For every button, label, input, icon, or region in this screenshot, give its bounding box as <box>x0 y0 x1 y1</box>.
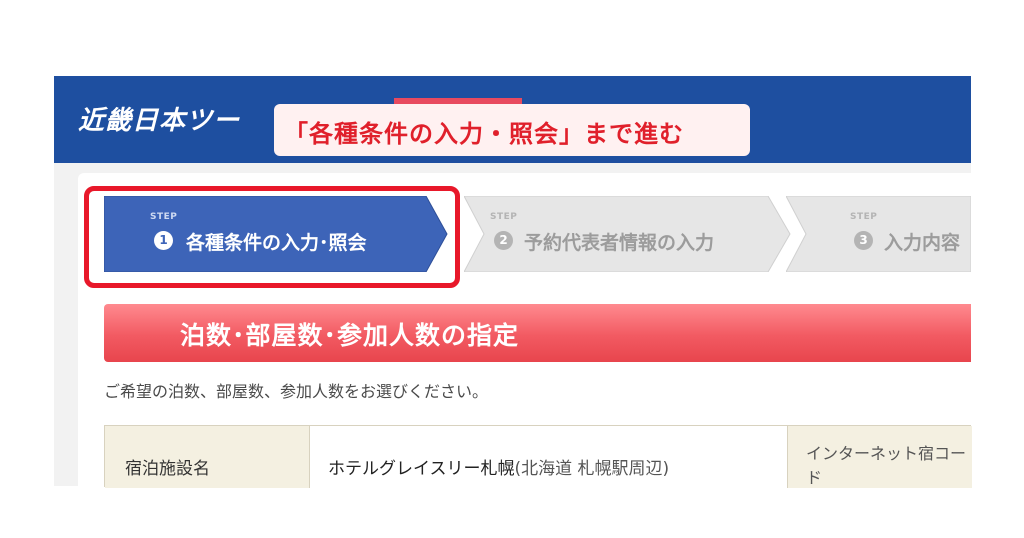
facility-table: 宿泊施設名 ホテルグレイスリー札幌(北海道 札幌駅周辺) インターネット宿コー … <box>104 425 972 488</box>
step-2-label: 予約代表者情報の入力 <box>524 232 715 254</box>
section-banner: 泊数･部屋数･参加人数の指定 <box>104 304 971 362</box>
section-title: 泊数･部屋数･参加人数の指定 <box>180 321 520 350</box>
step-2-number: 2 <box>494 231 513 250</box>
step-3-tab: STEP 3 入力内容 <box>786 196 971 272</box>
step-2-word: STEP <box>490 212 518 222</box>
instruction-callout: 「各種条件の入力・照会」まで進む <box>274 104 750 156</box>
internet-code-header-cell: インターネット宿コー ド <box>788 426 972 488</box>
step-3-number: 3 <box>854 231 873 250</box>
internet-code-label-line1: インターネット宿コー <box>806 444 967 463</box>
site-logo[interactable]: 近畿日本ツー <box>78 100 240 137</box>
step-1-highlight-frame <box>84 186 460 288</box>
instruction-text: ご希望の泊数、部屋数、参加人数をお選びください。 <box>104 382 489 401</box>
facility-name-header-cell: 宿泊施設名 <box>105 426 310 488</box>
callout-text: 「各種条件の入力・照会」まで進む <box>284 120 684 148</box>
step-3-word: STEP <box>850 212 878 222</box>
facility-name-label: 宿泊施設名 <box>125 459 210 479</box>
hotel-name: ホテルグレイスリー札幌 <box>328 459 515 479</box>
step-2-tab: STEP 2 予約代表者情報の入力 <box>464 196 792 272</box>
facility-name-value-cell: ホテルグレイスリー札幌(北海道 札幌駅周辺) <box>310 426 788 488</box>
internet-code-label-line2: ド <box>806 468 823 487</box>
step-3-label: 入力内容 <box>884 232 961 254</box>
hotel-location: (北海道 札幌駅周辺) <box>514 459 670 479</box>
facility-name-value: ホテルグレイスリー札幌(北海道 札幌駅周辺) <box>328 454 669 479</box>
